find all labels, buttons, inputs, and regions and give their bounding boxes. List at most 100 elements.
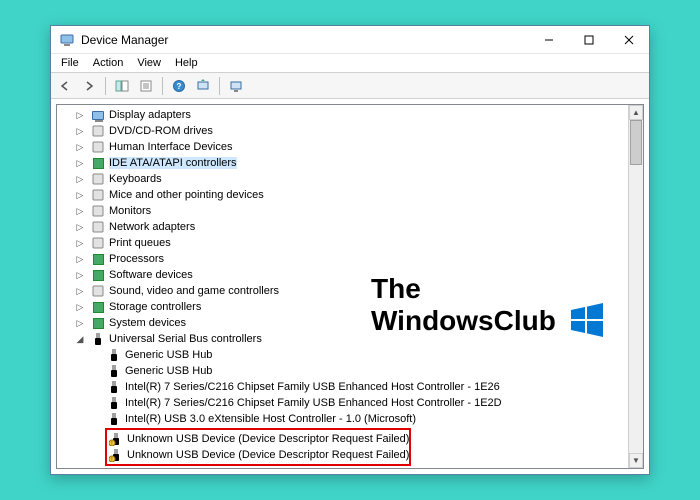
device-icon [91,284,105,298]
content-area: ▷ Display adapters ▷ DVD/CD-ROM drives ▷Huma… [51,99,649,474]
show-hide-button[interactable] [111,75,133,97]
expander-collapsed-icon[interactable]: ▷ [75,158,85,168]
device-icon [107,364,121,378]
category-node[interactable]: ▷ Storage controllers [71,299,643,315]
error-highlight-box: ! Unknown USB Device (Device Descriptor R… [105,428,411,466]
expander-collapsed-icon[interactable]: ▷ [75,206,85,216]
svg-text:?: ? [177,82,182,91]
device-label: Network adapters [109,221,195,233]
expander-collapsed-icon[interactable]: ▷ [75,238,85,248]
scroll-down-icon[interactable]: ▼ [629,453,643,468]
device-manager-window: Device Manager File Action View Help ? ▷… [50,25,650,475]
category-node[interactable]: ▷ Keyboards [71,171,643,187]
device-label: Sound, video and game controllers [109,285,279,297]
device-label: Unknown USB Device (Device Descriptor Re… [127,433,409,445]
device-label: IDE ATA/ATAPI controllers [109,157,237,169]
expander-collapsed-icon[interactable]: ▷ [75,126,85,136]
device-icon [91,156,105,170]
usb-device-node[interactable]: USB Root Hub [71,467,643,468]
category-node[interactable]: ▷Print queues [71,235,643,251]
expander-collapsed-icon[interactable]: ▷ [75,222,85,232]
device-icon [107,380,121,394]
category-node[interactable]: ▷ Display adapters [71,107,643,123]
category-node[interactable]: ▷ Network adapters [71,219,643,235]
device-icon [91,220,105,234]
category-node[interactable]: ▷ Mice and other pointing devices [71,187,643,203]
category-node[interactable]: ▷Software devices [71,267,643,283]
category-node[interactable]: ▷ IDE ATA/ATAPI controllers [71,155,643,171]
svg-text:!: ! [111,441,112,446]
expander-collapsed-icon[interactable]: ▷ [75,142,85,152]
expander-collapsed-icon[interactable]: ▷ [75,286,85,296]
forward-button[interactable] [78,75,100,97]
menu-help[interactable]: Help [169,56,204,70]
device-label: Keyboards [109,173,162,185]
expander-collapsed-icon[interactable]: ▷ [75,270,85,280]
refresh-button[interactable] [192,75,214,97]
device-label: Intel(R) 7 Series/C216 Chipset Family US… [125,397,502,409]
device-icon [91,204,105,218]
scroll-up-icon[interactable]: ▲ [629,105,643,120]
svg-text:!: ! [111,457,112,462]
category-node[interactable]: ▷System devices [71,315,643,331]
scroll-thumb[interactable] [630,120,642,165]
expander-collapsed-icon[interactable]: ▷ [75,302,85,312]
device-icon: ! [109,448,123,462]
usb-device-node[interactable]: Generic USB Hub [71,347,643,363]
device-label: Mice and other pointing devices [109,189,264,201]
back-button[interactable] [54,75,76,97]
properties-button[interactable] [135,75,157,97]
device-tree[interactable]: ▷ Display adapters ▷ DVD/CD-ROM drives ▷Huma… [57,105,643,468]
menubar: File Action View Help [51,54,649,73]
usb-error-device-node[interactable]: ! Unknown USB Device (Device Descriptor R… [107,431,409,447]
help-button[interactable]: ? [168,75,190,97]
device-label: Display adapters [109,109,191,121]
menu-file[interactable]: File [55,56,85,70]
usb-error-device-node[interactable]: ! Unknown USB Device (Device Descriptor R… [107,447,409,463]
device-icon [91,332,105,346]
device-label: Universal Serial Bus controllers [109,333,262,345]
device-label: Unknown USB Device (Device Descriptor Re… [127,449,409,461]
usb-device-node[interactable]: Generic USB Hub [71,363,643,379]
minimize-button[interactable] [529,26,569,54]
maximize-button[interactable] [569,26,609,54]
expander-collapsed-icon[interactable]: ▷ [75,190,85,200]
expander-collapsed-icon[interactable]: ▷ [75,254,85,264]
device-label: DVD/CD-ROM drives [109,125,213,137]
device-label: Generic USB Hub [125,349,212,361]
expander-collapsed-icon[interactable]: ▷ [75,110,85,120]
scroll-track[interactable] [629,120,643,453]
device-label: Intel(R) USB 3.0 eXtensible Host Control… [125,413,416,425]
device-icon [91,108,105,122]
category-node[interactable]: ▷ Sound, video and game controllers [71,283,643,299]
device-icon [91,124,105,138]
category-node[interactable]: ▷ DVD/CD-ROM drives [71,123,643,139]
device-icon [107,412,121,426]
usb-device-node[interactable]: Intel(R) 7 Series/C216 Chipset Family US… [71,395,643,411]
close-button[interactable] [609,26,649,54]
expander-expanded-icon[interactable]: ◢ [75,334,85,344]
device-label: Monitors [109,205,151,217]
usb-device-node[interactable]: Intel(R) USB 3.0 eXtensible Host Control… [71,411,643,427]
separator [105,77,106,95]
menu-action[interactable]: Action [87,56,130,70]
menu-view[interactable]: View [131,56,167,70]
scan-button[interactable] [225,75,247,97]
category-node[interactable]: ▷Human Interface Devices [71,139,643,155]
titlebar[interactable]: Device Manager [51,26,649,54]
tree-container: ▷ Display adapters ▷ DVD/CD-ROM drives ▷Huma… [56,104,644,469]
usb-device-node[interactable]: Intel(R) 7 Series/C216 Chipset Family US… [71,379,643,395]
device-icon [91,252,105,266]
device-label: Storage controllers [109,301,201,313]
vertical-scrollbar[interactable]: ▲ ▼ [628,105,643,468]
separator [219,77,220,95]
expander-collapsed-icon[interactable]: ▷ [75,174,85,184]
category-usb[interactable]: ◢ Universal Serial Bus controllers [71,331,643,347]
separator [162,77,163,95]
app-icon [59,32,75,48]
device-icon [91,300,105,314]
expander-collapsed-icon[interactable]: ▷ [75,318,85,328]
category-node[interactable]: ▷Processors [71,251,643,267]
category-node[interactable]: ▷ Monitors [71,203,643,219]
device-icon [91,172,105,186]
